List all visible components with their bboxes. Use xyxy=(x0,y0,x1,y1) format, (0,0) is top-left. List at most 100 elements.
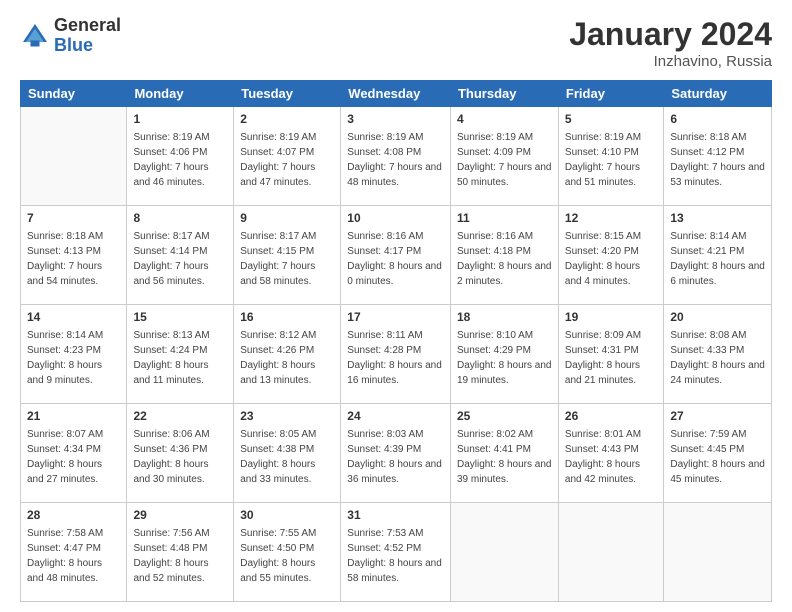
day-info: Sunrise: 8:12 AMSunset: 4:26 PMDaylight:… xyxy=(240,328,334,388)
day-info: Sunrise: 8:14 AMSunset: 4:23 PMDaylight:… xyxy=(27,328,120,388)
day-number: 23 xyxy=(240,408,334,425)
header-row: Sunday Monday Tuesday Wednesday Thursday… xyxy=(21,81,772,107)
col-tuesday: Tuesday xyxy=(234,81,341,107)
calendar-cell: 1 Sunrise: 8:19 AMSunset: 4:06 PMDaylight… xyxy=(127,107,234,206)
day-number: 13 xyxy=(670,210,765,227)
day-info: Sunrise: 8:19 AMSunset: 4:07 PMDaylight:… xyxy=(240,130,334,190)
day-info: Sunrise: 8:18 AMSunset: 4:12 PMDaylight:… xyxy=(670,130,765,190)
calendar-cell: 21Sunrise: 8:07 AMSunset: 4:34 PMDayligh… xyxy=(21,404,127,503)
day-number: 18 xyxy=(457,309,552,326)
calendar-cell: 4 Sunrise: 8:19 AMSunset: 4:09 PMDaylight… xyxy=(450,107,558,206)
day-info: Sunrise: 8:06 AMSunset: 4:36 PMDaylight:… xyxy=(133,427,227,487)
calendar-cell xyxy=(450,503,558,602)
day-number: 20 xyxy=(670,309,765,326)
calendar-cell: 27 Sunrise: 7:59 AMSunset: 4:45 PMDayligh… xyxy=(664,404,772,503)
header: General Blue January 2024 Inzhavino, Rus… xyxy=(20,16,772,70)
day-number: 9 xyxy=(240,210,334,227)
calendar-cell: 13 Sunrise: 8:14 AMSunset: 4:21 PMDayligh… xyxy=(664,206,772,305)
calendar-cell: 10 Sunrise: 8:16 AMSunset: 4:17 PMDayligh… xyxy=(341,206,451,305)
day-number: 17 xyxy=(347,309,444,326)
calendar-cell: 7Sunrise: 8:18 AMSunset: 4:13 PMDaylight… xyxy=(21,206,127,305)
calendar-cell: 28Sunrise: 7:58 AMSunset: 4:47 PMDayligh… xyxy=(21,503,127,602)
calendar-cell: 6Sunrise: 8:18 AMSunset: 4:12 PMDaylight… xyxy=(664,107,772,206)
calendar-cell: 15Sunrise: 8:13 AMSunset: 4:24 PMDayligh… xyxy=(127,305,234,404)
day-number: 24 xyxy=(347,408,444,425)
day-number: 4 xyxy=(457,111,552,128)
day-info: Sunrise: 8:17 AMSunset: 4:14 PMDaylight:… xyxy=(133,229,227,289)
day-info: Sunrise: 8:16 AMSunset: 4:18 PMDaylight:… xyxy=(457,229,552,289)
calendar-cell: 3Sunrise: 8:19 AMSunset: 4:08 PMDaylight… xyxy=(341,107,451,206)
week-row-1: 1 Sunrise: 8:19 AMSunset: 4:06 PMDaylight… xyxy=(21,107,772,206)
week-row-2: 7Sunrise: 8:18 AMSunset: 4:13 PMDaylight… xyxy=(21,206,772,305)
day-info: Sunrise: 7:55 AMSunset: 4:50 PMDaylight:… xyxy=(240,526,334,586)
day-info: Sunrise: 8:17 AMSunset: 4:15 PMDaylight:… xyxy=(240,229,334,289)
day-number: 27 xyxy=(670,408,765,425)
calendar-cell: 12 Sunrise: 8:15 AMSunset: 4:20 PMDayligh… xyxy=(558,206,663,305)
day-info: Sunrise: 8:15 AMSunset: 4:20 PMDaylight:… xyxy=(565,229,657,289)
calendar-cell xyxy=(21,107,127,206)
day-number: 19 xyxy=(565,309,657,326)
day-info: Sunrise: 8:09 AMSunset: 4:31 PMDaylight:… xyxy=(565,328,657,388)
day-info: Sunrise: 8:19 AMSunset: 4:10 PMDaylight:… xyxy=(565,130,657,190)
day-info: Sunrise: 7:59 AMSunset: 4:45 PMDaylight:… xyxy=(670,427,765,487)
day-info: Sunrise: 8:18 AMSunset: 4:13 PMDaylight:… xyxy=(27,229,120,289)
day-number: 21 xyxy=(27,408,120,425)
calendar-cell: 11 Sunrise: 8:16 AMSunset: 4:18 PMDayligh… xyxy=(450,206,558,305)
calendar-cell: 30 Sunrise: 7:55 AMSunset: 4:50 PMDayligh… xyxy=(234,503,341,602)
day-number: 26 xyxy=(565,408,657,425)
month-title: January 2024 xyxy=(569,16,772,53)
calendar-cell: 14 Sunrise: 8:14 AMSunset: 4:23 PMDayligh… xyxy=(21,305,127,404)
col-thursday: Thursday xyxy=(450,81,558,107)
calendar-cell: 18 Sunrise: 8:10 AMSunset: 4:29 PMDayligh… xyxy=(450,305,558,404)
day-number: 1 xyxy=(133,111,227,128)
day-info: Sunrise: 8:10 AMSunset: 4:29 PMDaylight:… xyxy=(457,328,552,388)
day-number: 31 xyxy=(347,507,444,524)
calendar-cell: 8 Sunrise: 8:17 AMSunset: 4:14 PMDaylight… xyxy=(127,206,234,305)
week-row-4: 21Sunrise: 8:07 AMSunset: 4:34 PMDayligh… xyxy=(21,404,772,503)
day-number: 11 xyxy=(457,210,552,227)
day-number: 22 xyxy=(133,408,227,425)
calendar-cell: 16 Sunrise: 8:12 AMSunset: 4:26 PMDayligh… xyxy=(234,305,341,404)
day-info: Sunrise: 8:08 AMSunset: 4:33 PMDaylight:… xyxy=(670,328,765,388)
day-info: Sunrise: 8:14 AMSunset: 4:21 PMDaylight:… xyxy=(670,229,765,289)
calendar-cell: 5 Sunrise: 8:19 AMSunset: 4:10 PMDaylight… xyxy=(558,107,663,206)
calendar-cell: 31 Sunrise: 7:53 AMSunset: 4:52 PMDayligh… xyxy=(341,503,451,602)
calendar-cell: 23Sunrise: 8:05 AMSunset: 4:38 PMDayligh… xyxy=(234,404,341,503)
day-info: Sunrise: 8:19 AMSunset: 4:06 PMDaylight:… xyxy=(133,130,227,190)
col-wednesday: Wednesday xyxy=(341,81,451,107)
day-info: Sunrise: 7:56 AMSunset: 4:48 PMDaylight:… xyxy=(133,526,227,586)
calendar-cell: 24 Sunrise: 8:03 AMSunset: 4:39 PMDayligh… xyxy=(341,404,451,503)
day-number: 5 xyxy=(565,111,657,128)
week-row-3: 14 Sunrise: 8:14 AMSunset: 4:23 PMDayligh… xyxy=(21,305,772,404)
logo-text: General Blue xyxy=(54,16,121,56)
calendar-cell: 20 Sunrise: 8:08 AMSunset: 4:33 PMDayligh… xyxy=(664,305,772,404)
calendar-cell: 19 Sunrise: 8:09 AMSunset: 4:31 PMDayligh… xyxy=(558,305,663,404)
day-number: 30 xyxy=(240,507,334,524)
col-friday: Friday xyxy=(558,81,663,107)
day-number: 8 xyxy=(133,210,227,227)
col-monday: Monday xyxy=(127,81,234,107)
calendar-cell xyxy=(664,503,772,602)
day-number: 25 xyxy=(457,408,552,425)
day-info: Sunrise: 8:19 AMSunset: 4:09 PMDaylight:… xyxy=(457,130,552,190)
calendar-cell: 2Sunrise: 8:19 AMSunset: 4:07 PMDaylight… xyxy=(234,107,341,206)
calendar-cell xyxy=(558,503,663,602)
day-info: Sunrise: 8:03 AMSunset: 4:39 PMDaylight:… xyxy=(347,427,444,487)
day-number: 14 xyxy=(27,309,120,326)
day-info: Sunrise: 7:53 AMSunset: 4:52 PMDaylight:… xyxy=(347,526,444,586)
calendar-cell: 9 Sunrise: 8:17 AMSunset: 4:15 PMDaylight… xyxy=(234,206,341,305)
calendar-cell: 17 Sunrise: 8:11 AMSunset: 4:28 PMDayligh… xyxy=(341,305,451,404)
col-saturday: Saturday xyxy=(664,81,772,107)
location-subtitle: Inzhavino, Russia xyxy=(569,53,772,70)
logo: General Blue xyxy=(20,16,121,56)
day-number: 29 xyxy=(133,507,227,524)
day-info: Sunrise: 8:13 AMSunset: 4:24 PMDaylight:… xyxy=(133,328,227,388)
day-info: Sunrise: 8:16 AMSunset: 4:17 PMDaylight:… xyxy=(347,229,444,289)
day-number: 3 xyxy=(347,111,444,128)
day-number: 12 xyxy=(565,210,657,227)
day-info: Sunrise: 8:02 AMSunset: 4:41 PMDaylight:… xyxy=(457,427,552,487)
calendar-table: Sunday Monday Tuesday Wednesday Thursday… xyxy=(20,80,772,602)
day-number: 16 xyxy=(240,309,334,326)
day-info: Sunrise: 8:11 AMSunset: 4:28 PMDaylight:… xyxy=(347,328,444,388)
day-number: 10 xyxy=(347,210,444,227)
